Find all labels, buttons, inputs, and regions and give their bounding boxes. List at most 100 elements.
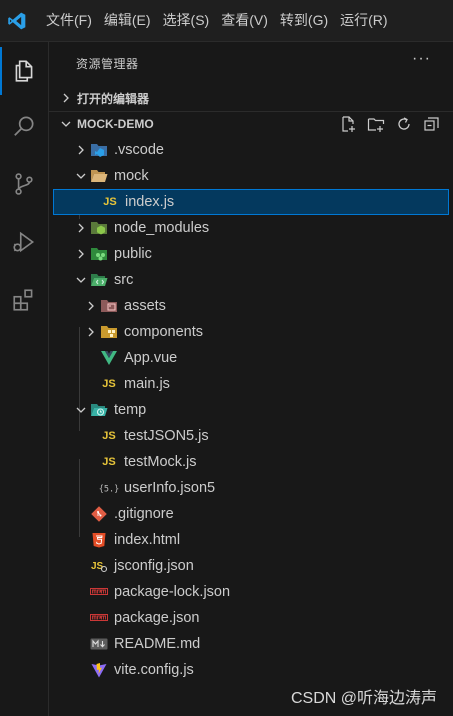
open-editors-label: 打开的编辑器: [77, 91, 150, 106]
tree-item-temp[interactable]: temp: [49, 397, 453, 423]
tree-item-gitignore[interactable]: .gitignore: [49, 501, 453, 527]
chevron-right-icon: [83, 293, 99, 319]
activity-bar: [0, 42, 49, 716]
tree-item-index-js[interactable]: JS index.js: [53, 189, 449, 215]
markdown-file-icon: [89, 631, 109, 657]
vite-file-icon: [89, 657, 109, 683]
tree-item-package-json[interactable]: package.json: [49, 605, 453, 631]
tree-item-package-lock-json[interactable]: package-lock.json: [49, 579, 453, 605]
svg-text:{5.}: {5.}: [99, 485, 119, 495]
chevron-right-icon: [59, 93, 73, 103]
chevron-right-icon: [73, 215, 89, 241]
tree-item-label: README.md: [114, 636, 201, 652]
public-folder-icon: [89, 241, 109, 267]
tree-item-label: components: [124, 324, 203, 340]
tree-item-label: package-lock.json: [114, 584, 231, 600]
tree-item-components[interactable]: components: [49, 319, 453, 345]
search-icon[interactable]: [0, 102, 48, 150]
tree-item-index-html[interactable]: index.html: [49, 527, 453, 553]
menu-edit[interactable]: 编辑(E): [98, 0, 157, 41]
explorer-icon[interactable]: [0, 47, 48, 95]
tree-item-userinfo-json5[interactable]: {5.} userInfo.json5: [49, 475, 453, 501]
tree-item-label: src: [114, 272, 134, 288]
tree-item-node-modules[interactable]: node_modules: [49, 215, 453, 241]
js-file-icon: JS: [102, 378, 116, 390]
watermark: CSDN @听海边涛声: [290, 690, 437, 707]
new-file-icon[interactable]: [337, 113, 359, 135]
refresh-icon[interactable]: [393, 113, 415, 135]
more-actions-icon[interactable]: ···: [412, 50, 431, 68]
menu-view[interactable]: 查看(V): [215, 0, 274, 41]
tree-item-label: index.js: [125, 194, 175, 210]
tree-item-label: jsconfig.json: [114, 558, 194, 574]
menu-selection[interactable]: 选择(S): [157, 0, 216, 41]
tree-item-label: testMock.js: [124, 454, 197, 470]
tree-item-readme-md[interactable]: README.md: [49, 631, 453, 657]
chevron-right-icon: [73, 137, 89, 163]
tree-item-testmock-js[interactable]: JS testMock.js: [49, 449, 453, 475]
components-folder-icon: [99, 319, 119, 345]
tree-item-main-js[interactable]: JS main.js: [49, 371, 453, 397]
menu-run[interactable]: 运行(R): [334, 0, 393, 41]
npm-file-icon: [89, 605, 109, 631]
tree-item-vite-config-js[interactable]: vite.config.js: [49, 657, 453, 683]
extensions-icon[interactable]: [0, 276, 48, 324]
vue-file-icon: [99, 345, 119, 371]
tree-item-label: index.html: [114, 532, 181, 548]
js-file-icon: JS: [103, 196, 117, 208]
vscode-logo-icon[interactable]: [2, 0, 32, 41]
assets-folder-icon: [99, 293, 119, 319]
project-actions: [337, 111, 443, 137]
temp-folder-icon: [89, 397, 109, 423]
tree-item-vscode[interactable]: .vscode: [49, 137, 453, 163]
menu-file[interactable]: 文件(F): [42, 0, 98, 41]
chevron-down-icon: [73, 163, 89, 189]
chevron-down-icon: [73, 267, 89, 293]
tree-item-label: .gitignore: [114, 506, 174, 522]
collapse-all-icon[interactable]: [421, 113, 443, 135]
new-folder-icon[interactable]: [365, 113, 387, 135]
project-section[interactable]: MOCK-DEMO: [49, 111, 453, 137]
tree-item-public[interactable]: public: [49, 241, 453, 267]
tree-item-assets[interactable]: assets: [49, 293, 453, 319]
git-file-icon: [89, 501, 109, 527]
node-folder-icon: [89, 215, 109, 241]
source-control-icon[interactable]: [0, 160, 48, 208]
chevron-down-icon: [59, 119, 73, 129]
tree-item-app-vue[interactable]: App.vue: [49, 345, 453, 371]
tree-item-label: public: [114, 246, 152, 262]
tree-item-label: App.vue: [124, 350, 178, 366]
tree-item-label: vite.config.js: [114, 662, 194, 678]
tree-item-label: temp: [114, 402, 147, 418]
run-debug-icon[interactable]: [0, 218, 48, 266]
project-name: MOCK-DEMO: [77, 117, 154, 131]
tree-item-jsconfig-json[interactable]: JS jsconfig.json: [49, 553, 453, 579]
src-folder-icon: [89, 267, 109, 293]
menu-go[interactable]: 转到(G): [274, 0, 334, 41]
sidebar-header: 资源管理器 ···: [49, 42, 453, 84]
js-file-icon: JS: [102, 456, 116, 468]
tree-item-label: package.json: [114, 610, 200, 626]
tree-item-label: testJSON5.js: [124, 428, 209, 444]
tree-item-label: node_modules: [114, 220, 210, 236]
jsconfig-file-icon: JS: [89, 553, 109, 579]
menu-bar: 文件(F) 编辑(E) 选择(S) 查看(V) 转到(G) 运行(R): [42, 0, 394, 41]
explorer-sidebar: 资源管理器 ··· 打开的编辑器 MOCK-DEMO .vscode mock …: [49, 42, 453, 716]
tree-item-label: assets: [124, 298, 166, 314]
open-editors-section[interactable]: 打开的编辑器: [49, 85, 453, 111]
js-file-icon: JS: [102, 430, 116, 442]
json5-file-icon: {5.}: [99, 475, 119, 501]
chevron-right-icon: [73, 241, 89, 267]
tree-item-mock[interactable]: mock: [49, 163, 453, 189]
tree-item-src[interactable]: src: [49, 267, 453, 293]
tree-item-testjson5-js[interactable]: JS testJSON5.js: [49, 423, 453, 449]
chevron-right-icon: [83, 319, 99, 345]
tree-item-label: userInfo.json5: [124, 480, 216, 496]
npm-file-icon: [89, 579, 109, 605]
vscode-folder-icon: [89, 137, 109, 163]
folder-open-icon: [89, 163, 109, 189]
title-bar: 文件(F) 编辑(E) 选择(S) 查看(V) 转到(G) 运行(R): [0, 0, 453, 42]
html5-file-icon: [89, 527, 109, 553]
chevron-down-icon: [73, 397, 89, 423]
tree-item-label: main.js: [124, 376, 170, 392]
